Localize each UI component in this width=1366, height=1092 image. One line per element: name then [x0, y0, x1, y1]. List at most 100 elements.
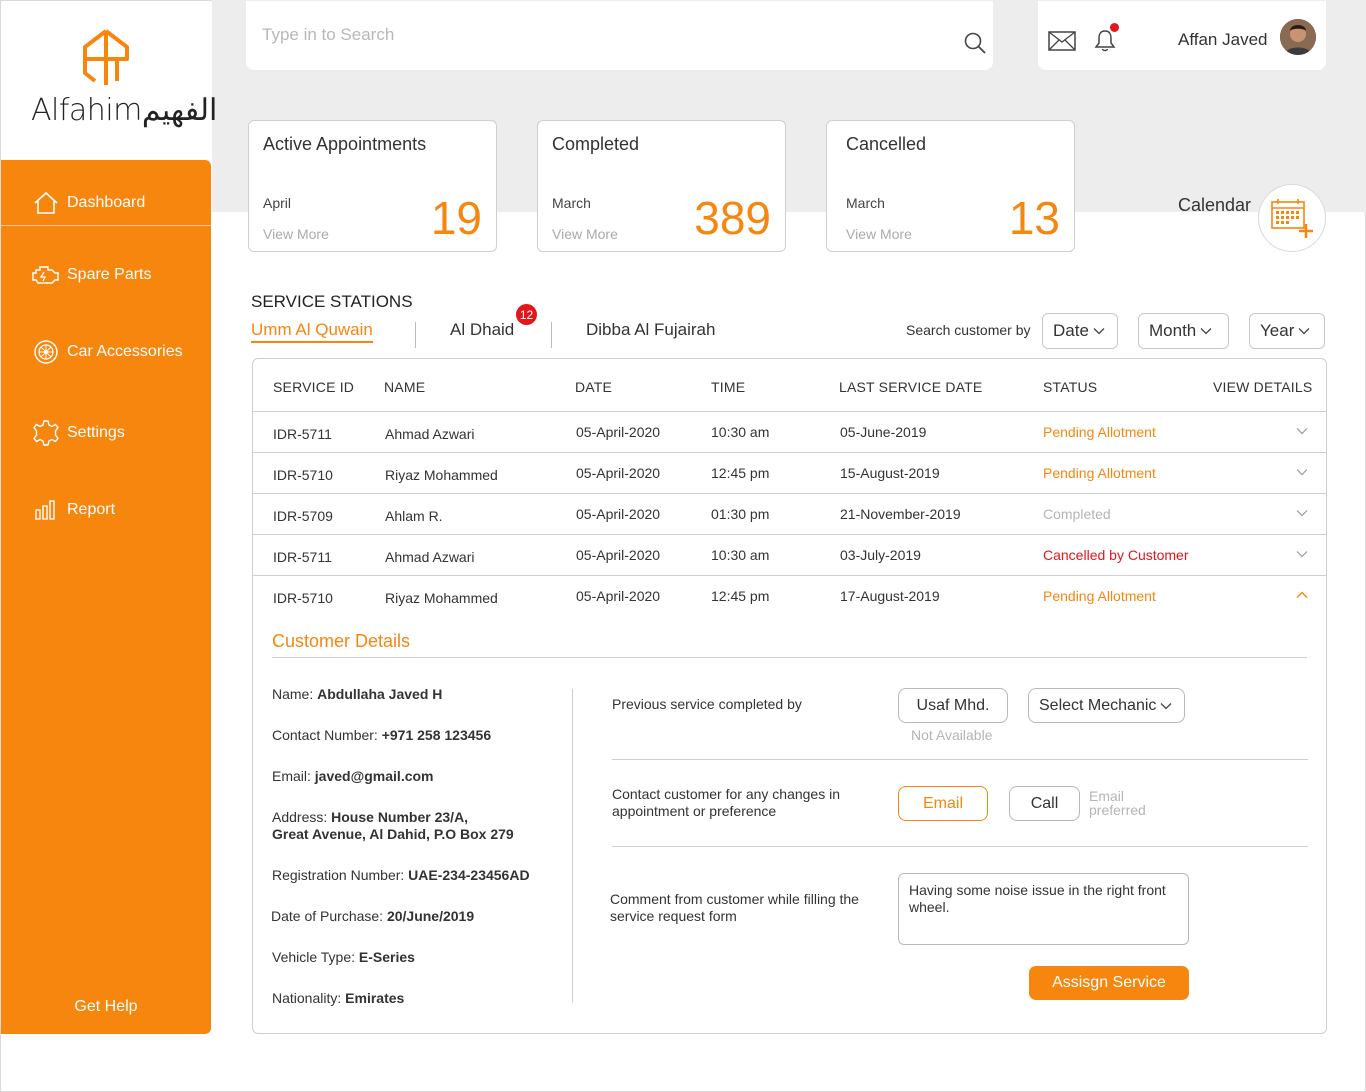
column-header: DATE — [575, 379, 613, 395]
view-more-link[interactable]: View More — [263, 226, 329, 242]
view-more-link[interactable]: View More — [846, 226, 912, 242]
chevron-down-icon[interactable] — [1296, 550, 1308, 558]
field-value: Great Avenue, Al Dahid, P.O Box 279 — [272, 826, 514, 842]
last-service-date: 03-July-2019 — [840, 547, 921, 563]
stat-card-completed[interactable]: Completed March View More 389 — [537, 120, 786, 252]
chevron-up-icon[interactable] — [1296, 591, 1308, 599]
table-row[interactable]: IDR-5710 Riyaz Mohammed 05-April-2020 12… — [253, 453, 1326, 494]
service-id: IDR-5709 — [273, 508, 333, 524]
chevron-down-icon — [1200, 328, 1212, 335]
email-button[interactable]: Email — [898, 786, 988, 821]
table-row[interactable]: IDR-5711 Ahmad Azwari 05-April-2020 10:3… — [253, 535, 1326, 576]
sidebar-item-spare-parts[interactable]: Spare Parts — [1, 250, 211, 300]
date-dropdown[interactable]: Date — [1042, 313, 1118, 349]
service-id: IDR-5711 — [273, 549, 332, 565]
tab-divider — [415, 322, 416, 348]
column-header: STATUS — [1043, 379, 1098, 395]
email-preferred-note: Email preferred — [1089, 789, 1146, 817]
label-line: Contact customer for any changes in — [612, 786, 841, 802]
table-header: SERVICE ID NAME DATE TIME LAST SERVICE D… — [253, 359, 1326, 412]
dropdown-label: Select Mechanic — [1039, 696, 1157, 714]
button-label: Call — [1030, 794, 1059, 812]
field-label: Contact Number: — [272, 727, 378, 743]
stat-title: Cancelled — [846, 134, 927, 154]
sidebar-item-label: Settings — [67, 424, 125, 441]
divider — [272, 657, 1307, 658]
column-header: LAST SERVICE DATE — [839, 379, 983, 395]
table-row-expanded[interactable]: IDR-5710 Riyaz Mohammed 05-April-2020 12… — [253, 576, 1326, 617]
chevron-down-icon[interactable] — [1296, 468, 1308, 476]
column-header: NAME — [384, 379, 426, 395]
service-time: 12:45 pm — [711, 588, 770, 604]
last-service-date: 17-August-2019 — [840, 588, 940, 604]
sidebar-item-dashboard[interactable]: Dashboard — [1, 180, 211, 226]
field-value: +971 258 123456 — [381, 727, 492, 743]
divider — [612, 759, 1308, 760]
calendar-label: Calendar — [1178, 195, 1252, 215]
customer-registration-field: Registration Number: UAE-234-23456AD — [272, 867, 530, 884]
select-mechanic-dropdown[interactable]: Select Mechanic — [1028, 688, 1185, 723]
button-label: Email — [922, 794, 963, 812]
customer-name-field: Name: Abdullaha Javed H — [272, 686, 442, 703]
customer-details-title: Customer Details — [272, 631, 411, 651]
previous-mechanic-button[interactable]: Usaf Mhd. — [898, 688, 1008, 723]
stat-month: March — [846, 195, 885, 211]
chevron-down-icon — [1298, 328, 1310, 335]
field-label: Nationality: — [272, 990, 342, 1006]
stat-month: March — [552, 195, 591, 211]
stat-card-active[interactable]: Active Appointments April View More 19 — [248, 120, 497, 252]
dropdown-label: Date — [1053, 321, 1089, 340]
service-id: IDR-5710 — [273, 467, 333, 483]
service-date: 05-April-2020 — [576, 506, 661, 522]
status-badge: Cancelled by Customer — [1043, 547, 1189, 563]
customer-address-field: Address: House Number 23/A, Great Avenue… — [272, 809, 514, 843]
mail-icon[interactable] — [1048, 31, 1076, 51]
search-input[interactable] — [262, 25, 942, 45]
engine-icon — [31, 262, 61, 288]
get-help-link[interactable]: Get Help — [1, 998, 211, 1016]
sidebar-item-car-accessories[interactable]: Car Accessories — [1, 327, 211, 377]
avatar[interactable] — [1280, 19, 1316, 55]
tab-al-dhaid[interactable]: Al Dhaid — [450, 320, 514, 340]
search-bar — [246, 1, 993, 70]
sidebar-item-settings[interactable]: Settings — [1, 408, 211, 458]
chevron-down-icon[interactable] — [1296, 427, 1308, 435]
year-dropdown[interactable]: Year — [1249, 313, 1325, 349]
column-header: VIEW DETAILS — [1213, 379, 1313, 395]
tab-umm-al-quwain[interactable]: Umm Al Quwain — [251, 320, 373, 343]
search-icon[interactable] — [963, 31, 987, 55]
sidebar-item-report[interactable]: Report — [1, 485, 211, 535]
customer-comment-label: Comment from customer while filling the … — [610, 891, 859, 925]
chevron-down-icon[interactable] — [1296, 509, 1308, 517]
last-service-date: 05-June-2019 — [840, 424, 927, 440]
chevron-down-icon — [1093, 328, 1105, 335]
stat-card-cancelled[interactable]: Cancelled March View More 13 — [826, 120, 1075, 252]
service-time: 10:30 am — [711, 424, 770, 440]
label-line: Comment from customer while filling the — [610, 891, 859, 907]
call-button[interactable]: Call — [1009, 786, 1080, 821]
calendar-add-icon — [1271, 199, 1313, 238]
previous-service-label: Previous service completed by — [612, 696, 802, 712]
tab-badge: 12 — [516, 304, 537, 325]
customer-contact-field: Contact Number: +971 258 123456 — [272, 727, 491, 744]
wheel-icon — [31, 339, 61, 365]
last-service-date: 15-August-2019 — [840, 465, 940, 481]
table-row[interactable]: IDR-5711 Ahmad Azwari 05-April-2020 10:3… — [253, 412, 1326, 453]
sidebar-item-label: Dashboard — [67, 193, 146, 211]
user-name[interactable]: Affan Javed — [1178, 30, 1267, 50]
service-date: 05-April-2020 — [576, 588, 661, 604]
sidebar-item-label: Spare Parts — [67, 266, 152, 283]
tab-dibba-al-fujairah[interactable]: Dibba Al Fujairah — [586, 320, 715, 340]
add-calendar-button[interactable] — [1258, 184, 1326, 252]
logo[interactable]: Alfahimالفهيم — [1, 1, 218, 159]
month-dropdown[interactable]: Month — [1138, 313, 1229, 349]
notification-badge — [1110, 23, 1119, 32]
assign-service-button[interactable]: Assisgn Service — [1029, 966, 1189, 1000]
table-row[interactable]: IDR-5709 Ahlam R. 05-April-2020 01:30 pm… — [253, 494, 1326, 535]
tab-divider — [551, 322, 552, 348]
filter-label: Search customer by — [906, 322, 1031, 338]
view-more-link[interactable]: View More — [552, 226, 618, 242]
button-label: Usaf Mhd. — [916, 696, 990, 714]
dropdown-label: Month — [1149, 321, 1197, 340]
customer-name: Ahmad Azwari — [385, 549, 475, 565]
